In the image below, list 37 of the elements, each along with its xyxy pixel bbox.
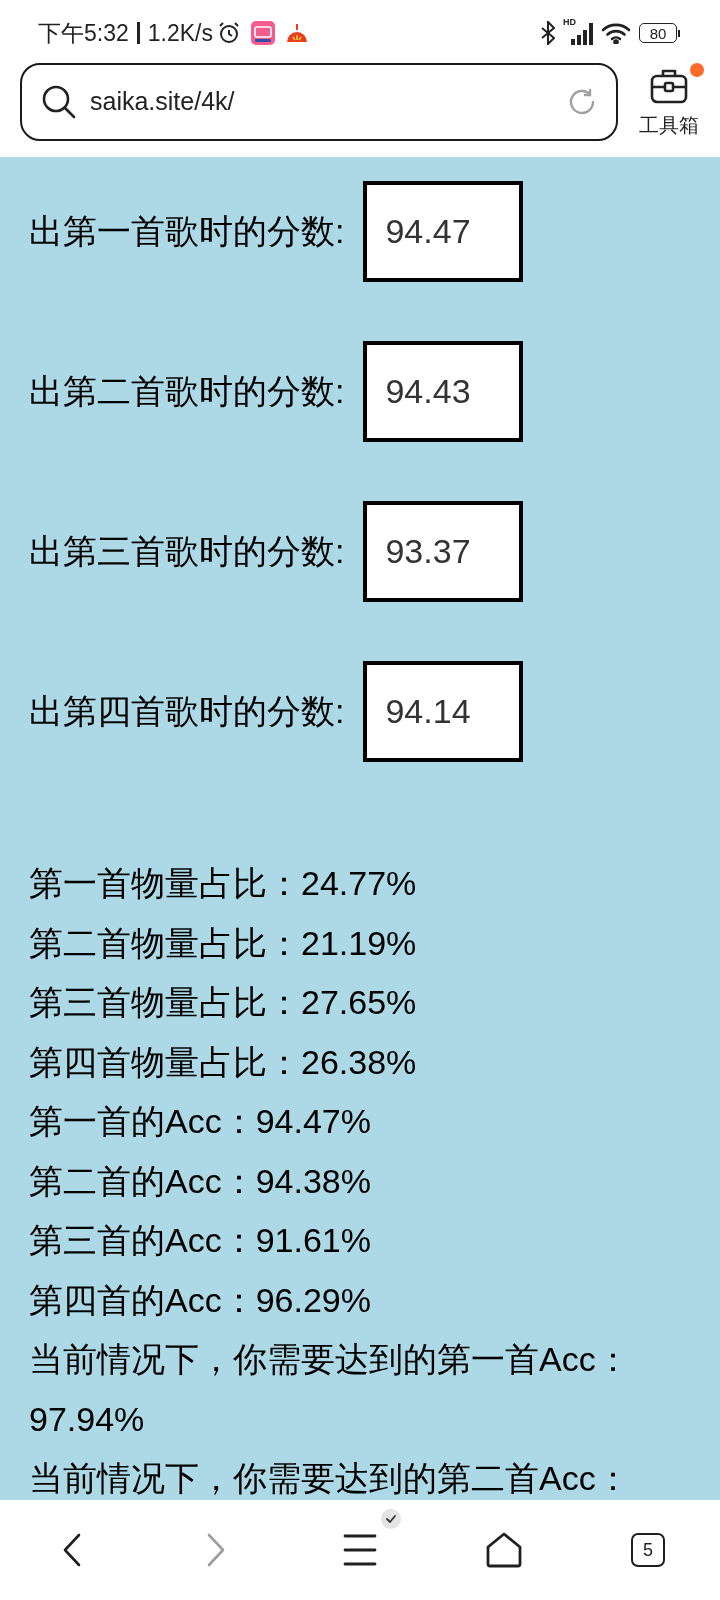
status-time: 下午5:32 (38, 18, 129, 48)
bluetooth-icon (541, 21, 555, 45)
search-icon (42, 85, 76, 119)
score-label: 出第三首歌时的分数: (29, 531, 345, 572)
score-input[interactable]: 93.37 (363, 501, 524, 602)
reload-icon[interactable] (568, 88, 596, 116)
result-text: 当前情况下，你需要达到的第一首Acc：97.94% (29, 1339, 631, 1440)
result-text: 第二首的Acc：94.38% (29, 1160, 372, 1202)
result-text: 第二首物量占比：21.19% (29, 922, 418, 964)
tabs-button[interactable]: 5 (631, 1533, 665, 1567)
result-text: 第四首的Acc：96.29% (29, 1279, 372, 1321)
result-text: 第一首的Acc：94.47% (29, 1101, 372, 1142)
result-text: 第三首物量占比：27.65% (29, 982, 418, 1023)
result-text: 第三首的Acc：91.61% (29, 1220, 372, 1261)
back-icon (63, 1533, 81, 1567)
app-icon (285, 22, 309, 44)
toolbox-icon (650, 68, 688, 104)
battery-indicator: 80 (639, 23, 680, 43)
alarm-clock-icon (217, 21, 241, 45)
home-icon (486, 1532, 522, 1568)
toolbox-button[interactable]: 工具箱 (618, 60, 720, 138)
address-bar[interactable]: saika.site/4k/ (20, 63, 618, 141)
score-label: 出第四首歌时的分数: (29, 691, 345, 732)
score-label: 出第二首歌时的分数: (29, 371, 345, 412)
result-text: 第一首物量占比：24.77% (29, 863, 418, 904)
score-input[interactable]: 94.43 (363, 341, 524, 442)
forward-icon (207, 1533, 225, 1567)
network-speed: 1.2K/s (147, 18, 213, 48)
score-input[interactable]: 94.14 (363, 661, 524, 762)
wifi-icon (601, 22, 631, 44)
score-label: 出第一首歌时的分数: (29, 211, 345, 252)
score-input[interactable]: 94.47 (363, 181, 524, 282)
app-icon (251, 21, 275, 45)
menu-icon (343, 1533, 377, 1567)
result-text: 第四首物量占比：26.38% (29, 1041, 418, 1083)
result-text: 当前情况下，你需要达到的第二首Acc： (29, 1458, 631, 1499)
url-text: saika.site/4k/ (90, 86, 236, 118)
